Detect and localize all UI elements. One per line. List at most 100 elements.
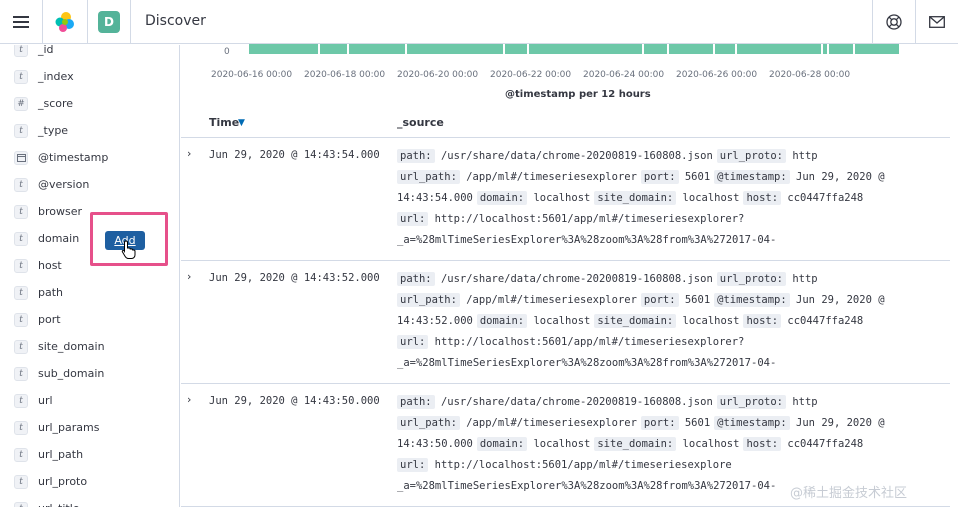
sidebar-field-item[interactable]: t sub_domain <box>0 360 178 387</box>
string-type-icon: t <box>14 69 28 84</box>
sidebar-field-item[interactable]: t url <box>0 387 178 414</box>
x-axis-tick-label: 2020-06-16 00:00 <box>211 70 293 80</box>
sidebar-field-item[interactable]: t url_title <box>0 495 178 507</box>
expand-chevron-icon[interactable]: › <box>187 270 191 283</box>
source-line: 14:43:50.000 domain: localhost site_domain… <box>397 435 867 453</box>
source-field-key: url_proto: <box>716 395 786 409</box>
help-button[interactable] <box>873 0 915 44</box>
newsfeed-button[interactable] <box>916 0 958 44</box>
histogram-bar[interactable] <box>320 44 347 54</box>
x-axis-tick-label: 2020-06-28 00:00 <box>769 70 851 80</box>
sidebar-field-item[interactable]: t url_params <box>0 414 178 441</box>
column-header-time[interactable]: Time <box>209 116 239 129</box>
sidebar-field-name: url_title <box>38 502 80 507</box>
expand-chevron-icon[interactable]: › <box>187 147 191 160</box>
source-field-key: url: <box>397 335 429 349</box>
source-field-key: url_path: <box>397 170 460 184</box>
space-selector[interactable]: D <box>88 0 130 44</box>
home-logo-link[interactable] <box>43 0 87 44</box>
expand-chevron-icon[interactable]: › <box>187 393 191 406</box>
x-axis-tick-label: 2020-06-24 00:00 <box>583 70 665 80</box>
source-field-value: http://localhost:5601/app/ml#/timeseries… <box>434 459 732 471</box>
sidebar-field-name: url_path <box>38 448 84 461</box>
elastic-logo-icon <box>55 12 74 32</box>
sidebar-field-item[interactable]: t _index <box>0 63 178 90</box>
sidebar-field-item[interactable]: # _score <box>0 90 178 117</box>
source-field-value: Jun 29, 2020 @ <box>796 171 885 183</box>
histogram-bars[interactable] <box>249 44 899 54</box>
string-type-icon: t <box>14 366 28 381</box>
source-field-value: cc0447ffa248 <box>787 315 864 327</box>
source-field-value: http <box>792 150 818 162</box>
sidebar-field-item[interactable]: t url_proto <box>0 468 178 495</box>
sidebar-field-item[interactable]: t _id <box>0 45 178 63</box>
sidebar-field-item[interactable]: t url_path <box>0 441 178 468</box>
histogram-bar[interactable] <box>669 44 713 54</box>
source-field-key: path: <box>397 272 435 286</box>
menu-button[interactable] <box>0 0 42 44</box>
sidebar-field-name: path <box>38 286 64 299</box>
source-line: _a=%28mlTimeSeriesExplorer%3A%28zoom%3A%… <box>397 354 780 372</box>
source-field-value: _a=%28mlTimeSeriesExplorer%3A%28zoom%3A%… <box>397 480 777 492</box>
source-field-value: 5601 <box>684 417 711 429</box>
sidebar-field-item[interactable]: t @version <box>0 171 178 198</box>
string-type-icon: t <box>14 204 28 219</box>
sidebar-field-name: @version <box>38 178 90 191</box>
sidebar-field-name: domain <box>38 232 80 245</box>
field-sidebar: t _id t _index # _score t _type @timestamp t @vers… <box>0 45 180 507</box>
sidebar-field-item[interactable]: t site_domain <box>0 333 178 360</box>
sidebar-field-name: sub_domain <box>38 367 105 380</box>
source-field-value: 5601 <box>684 294 711 306</box>
string-type-icon: t <box>14 474 28 489</box>
histogram-bar[interactable] <box>737 44 821 54</box>
histogram-bar[interactable] <box>249 44 318 54</box>
source-field-value: 5601 <box>684 171 711 183</box>
histogram-bar[interactable] <box>715 44 735 54</box>
histogram-bar[interactable] <box>529 44 642 54</box>
source-line: path: /usr/share/data/chrome-20200819-16… <box>397 270 822 288</box>
sidebar-field-item[interactable]: t path <box>0 279 178 306</box>
histogram-bar[interactable] <box>829 44 853 54</box>
histogram-bar[interactable] <box>855 44 899 54</box>
sidebar-field-name: _index <box>38 70 74 83</box>
source-field-value: cc0447ffa248 <box>787 438 864 450</box>
source-field-value: /app/ml#/timeseriesexplorer <box>466 294 637 306</box>
source-field-value: /app/ml#/timeseriesexplorer <box>466 171 637 183</box>
source-field-value: localhost <box>682 315 740 327</box>
column-header-source: _source <box>397 116 444 129</box>
sidebar-field-name: _type <box>38 124 69 137</box>
source-line: url: http://localhost:5601/app/ml#/times… <box>397 210 748 228</box>
date-type-icon <box>14 150 28 165</box>
histogram-bar[interactable] <box>349 44 405 54</box>
x-axis-tick-label: 2020-06-22 00:00 <box>490 70 572 80</box>
breadcrumb-discover: Discover <box>145 13 206 29</box>
source-line: url_path: /app/ml#/timeseriesexplorer por… <box>397 414 889 432</box>
histogram-bar[interactable] <box>407 44 503 54</box>
sidebar-field-item[interactable]: t _type <box>0 117 178 144</box>
sort-down-icon[interactable]: ▼ <box>238 118 245 128</box>
source-field-key: url_proto: <box>716 149 786 163</box>
histogram-bar[interactable] <box>505 44 527 54</box>
sidebar-field-name: @timestamp <box>38 151 109 164</box>
histogram-bar[interactable] <box>823 44 827 54</box>
source-field-key: domain: <box>476 314 528 328</box>
number-type-icon: # <box>14 96 28 111</box>
x-axis-tick-label: 2020-06-18 00:00 <box>304 70 386 80</box>
source-field-value: _a=%28mlTimeSeriesExplorer%3A%28zoom%3A%… <box>397 357 777 369</box>
source-field-value: localhost <box>533 192 591 204</box>
sidebar-field-name: port <box>38 313 61 326</box>
sidebar-field-item[interactable]: t port <box>0 306 178 333</box>
string-type-icon: t <box>14 285 28 300</box>
source-field-value: /usr/share/data/chrome-20200819-160808.j… <box>440 150 713 162</box>
source-field-value: 14:43:50.000 <box>397 438 473 450</box>
doc-timestamp: Jun 29, 2020 @ 14:43:50.000 <box>209 395 380 407</box>
source-field-key: url_path: <box>397 416 460 430</box>
source-line: path: /usr/share/data/chrome-20200819-16… <box>397 393 822 411</box>
sidebar-field-name: url_proto <box>38 475 88 488</box>
sidebar-field-item[interactable]: @timestamp <box>0 144 178 171</box>
histogram-bar[interactable] <box>644 44 667 54</box>
source-field-value: 14:43:52.000 <box>397 315 473 327</box>
source-field-value: http <box>792 396 818 408</box>
doc-table-header: Time ▼ _source <box>181 108 950 138</box>
sidebar-field-name: url <box>38 394 53 407</box>
